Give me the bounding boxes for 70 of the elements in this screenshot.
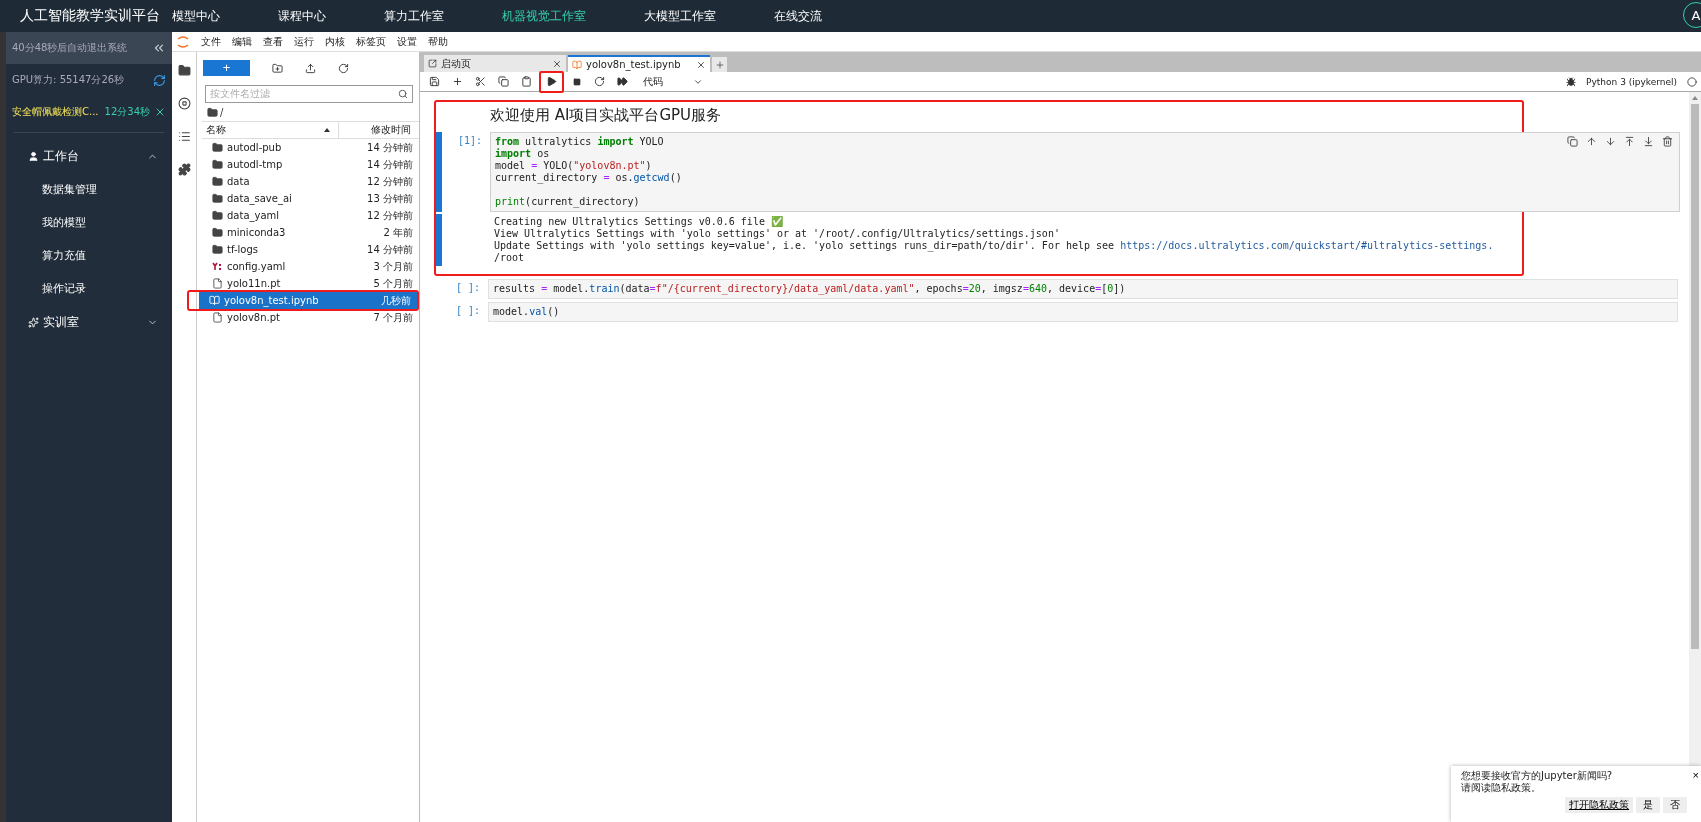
menu-item[interactable]: 数据集管理 [6,173,172,206]
logout-timer: 40分48秒后自动退出系统 [12,41,128,55]
code-line: from ultralytics import YOLO [495,136,664,148]
output-line: Creating new Ultralytics Settings v0.0.6 file ✅ [494,216,784,228]
menu-section[interactable]: 工作台 [6,139,172,173]
avatar[interactable]: A [1683,2,1701,28]
modified-column-header[interactable]: 修改时间 [339,122,419,138]
task-name[interactable]: 安全帽佩戴检测C... [12,105,99,119]
file-item[interactable]: tf-logs 14 分钟前 [202,241,419,258]
answer-button[interactable]: 否 [1663,797,1687,813]
code-line: model.val() [493,306,560,318]
answer-button[interactable]: 是 [1636,797,1660,813]
file-item[interactable]: yolo11n.pt 5 个月前 [202,275,419,292]
name-column-header[interactable]: 名称 [202,122,339,138]
file-item[interactable]: autodl-tmp 14 分钟前 [202,156,419,173]
menu-item[interactable]: 查看 [263,34,283,49]
code-line: results = model.train(data=f"/{current_directory}/data_yaml/data.yaml", epochs=20, imgsz=640, device=[0]) [493,283,1126,295]
code-cell-input[interactable]: results = model.train(data=f"/{current_directory}/data_yaml/data.yaml", epochs=20, imgsz=640, device=[0]) [488,279,1678,299]
cell-prompt: [ ]: [454,281,481,295]
menu-item[interactable]: 编辑 [232,34,252,49]
cell-prompt: [ ]: [454,304,481,318]
code-line: print(current_directory) [495,196,640,208]
file-item[interactable]: data_yaml 12 分钟前 [202,207,419,224]
cell-prompt: [1]: [456,134,483,148]
code-line: model = YOLO("yolov8n.pt") [495,160,652,172]
code-line: import os [495,148,550,160]
task-time: 12分34秒 [104,105,150,119]
file-item[interactable]: yolov8n.pt 7 个月前 [202,309,419,326]
nav-item[interactable]: 课程中心 [278,7,326,25]
tab[interactable]: yolov8n_test.ipynb [568,55,710,72]
code-cell-input[interactable]: from ultralytics import YOLO import os model = YOLO("yolov8n.pt") current_directory = os.getcwd() print(current_directory) [490,132,1680,212]
menu-item[interactable]: 帮助 [428,34,448,49]
file-item[interactable]: miniconda3 2 年前 [202,224,419,241]
new-button[interactable]: + [203,60,250,76]
file-item[interactable]: config.yaml 3 个月前 [202,258,419,275]
menu-item[interactable]: 我的模型 [6,206,172,239]
privacy-link-button[interactable]: 打开隐私政策 [1565,797,1633,813]
nav-item[interactable]: 算力工作室 [384,7,444,25]
kernel-name[interactable]: Python 3 (ipykernel) [1586,76,1677,87]
docs-link[interactable]: https://docs.ultralytics.com/quickstart/#ultralytics-settings. [1120,240,1494,251]
gpu-time: GPU算力: 55147分26秒 [12,73,125,87]
output-line: Update Settings with 'yolo settings key=value', i.e. 'yolo settings runs_dir=path/to/dir'. For help see https://docs.ultralytics.com/quickstart/#ultralytics-settings. [494,240,1494,252]
nav-item[interactable]: 大模型工作室 [644,7,716,25]
menu-item[interactable]: 操作记录 [6,272,172,305]
menu-section[interactable]: 实训室 [6,305,172,339]
code-cell-input[interactable]: model.val() [488,302,1678,322]
code-line: current_directory = os.getcwd() [495,172,682,184]
output-line: /root [494,252,526,264]
close-button[interactable]: × [1692,769,1699,781]
file-item[interactable]: yolov8n_test.ipynb 几秒前 [199,292,417,309]
menu-item[interactable]: 文件 [201,34,221,49]
current-path[interactable]: / [220,106,224,118]
output-line: View Ultralytics Settings with 'yolo settings' or at '/root/.config/Ultralytics/settings.json' [494,228,1061,240]
nav-item[interactable]: 机器视觉工作室 [502,7,586,25]
file-item[interactable]: data 12 分钟前 [202,173,419,190]
file-item[interactable]: autodl-pub 14 分钟前 [202,139,419,156]
file-item[interactable]: data_save_ai 13 分钟前 [202,190,419,207]
menu-item[interactable]: 算力充值 [6,239,172,272]
notification-text: 请阅读隐私政策。 [1461,782,1541,794]
notification-text: 您想要接收官方的Jupyter新闻吗? [1461,770,1613,782]
markdown-heading: 欢迎使用 AI项目实战平台GPU服务 [489,106,722,126]
menu-item[interactable]: 运行 [294,34,314,49]
tab[interactable]: 启动页 [424,55,566,72]
platform-title: 人工智能教学实训平台 [20,7,161,25]
cell-type-dropdown[interactable]: 代码 [643,74,703,89]
menu-item[interactable]: 设置 [397,34,417,49]
nav-item[interactable]: 在线交流 [774,7,822,25]
nav-item[interactable]: 模型中心 [172,7,220,25]
menu-item[interactable]: 内核 [325,34,345,49]
menu-item[interactable]: 标签页 [356,34,386,49]
